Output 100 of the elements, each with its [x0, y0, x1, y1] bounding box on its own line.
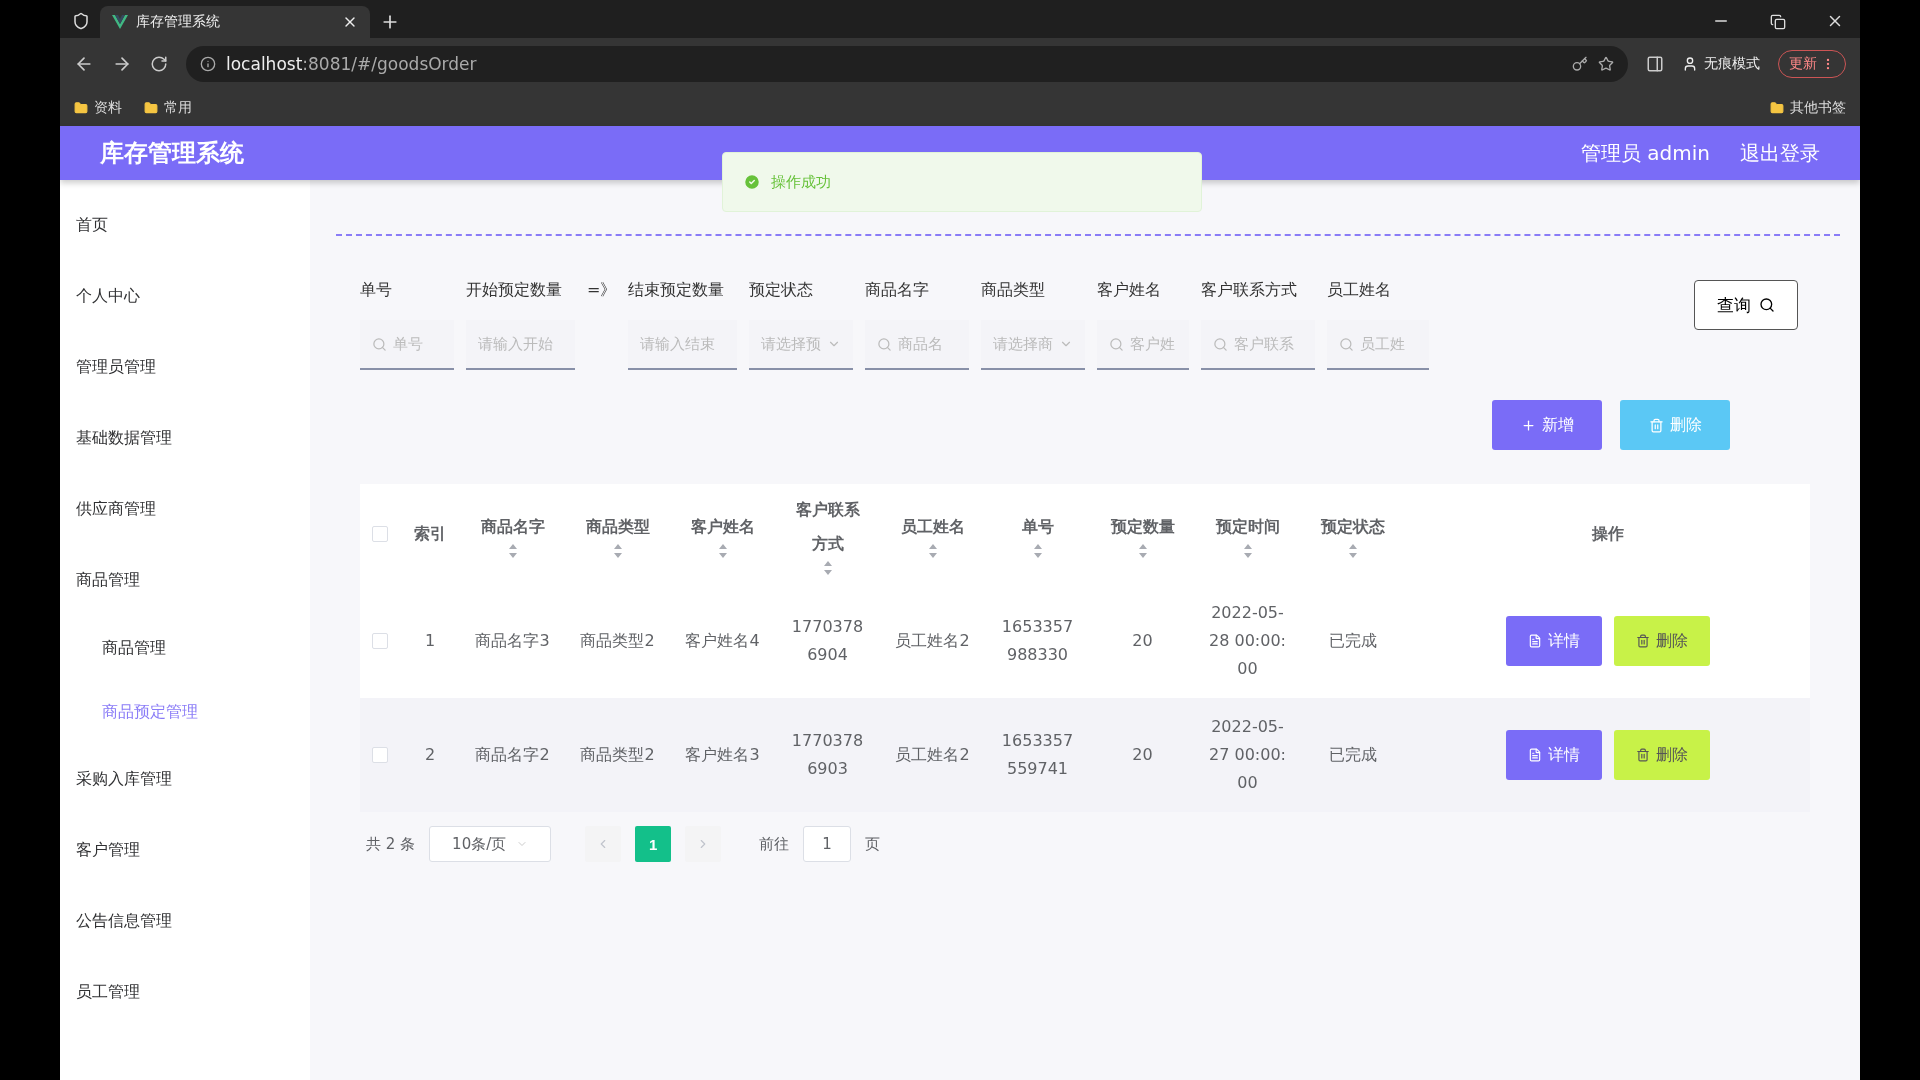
app-title: 库存管理系统 [100, 138, 245, 169]
filter-label: 开始预定数量 [466, 280, 563, 301]
table-cell-text: 1653357988330 [1000, 616, 1075, 666]
sort-icon[interactable] [928, 544, 937, 558]
search-icon [1339, 336, 1355, 352]
table-cell-text: 2022-05-27 00:00:00 [1208, 716, 1287, 794]
table-cell-text: 20 [1131, 630, 1154, 652]
restore-icon[interactable] [1770, 14, 1786, 30]
checkbox[interactable] [372, 526, 388, 542]
sort-icon[interactable] [1138, 544, 1147, 558]
column-header[interactable]: 预定时间 [1215, 510, 1280, 544]
delete-button[interactable]: 删除 [1613, 730, 1710, 780]
sort-icon[interactable] [1348, 544, 1357, 558]
document-icon [1527, 634, 1542, 648]
filter-label: 员工姓名 [1327, 280, 1393, 301]
menu-item[interactable]: 供应商管理 [60, 474, 310, 545]
user-label: 管理员 admin [1580, 139, 1710, 167]
address-field[interactable]: localhost:8081/#/goodsOrder [186, 46, 1628, 82]
menu-item[interactable]: 首页 [60, 190, 310, 261]
filter-label: 客户姓名 [1097, 280, 1163, 301]
reload-icon[interactable] [150, 55, 168, 73]
document-icon [1527, 748, 1542, 762]
menu-item[interactable]: 员工管理 [60, 957, 310, 1028]
search-icon [1759, 297, 1775, 313]
table-cell-text: 客户姓名3 [684, 744, 761, 766]
person-icon [1682, 56, 1698, 72]
total-count: 共 2 条 [366, 834, 416, 854]
incognito-badge[interactable]: 无痕模式 [1682, 55, 1760, 73]
menu-item[interactable]: 个人中心 [60, 261, 310, 332]
column-header[interactable]: 预定数量 [1110, 510, 1175, 544]
checkbox[interactable] [372, 747, 388, 763]
page-input[interactable]: 1 [803, 826, 851, 862]
range-separator: =》 [587, 280, 617, 301]
column-header[interactable]: 操作 [1591, 517, 1624, 551]
column-header[interactable]: 预定状态 [1320, 510, 1385, 544]
submenu-item[interactable]: 商品管理 [60, 616, 310, 680]
table-cell-text: 员工姓名2 [894, 630, 971, 652]
query-button[interactable]: 查询 [1694, 280, 1798, 330]
table-cell-text: 20 [1131, 744, 1154, 766]
table-cell-text: 2 [423, 744, 437, 766]
menu-item[interactable]: 商品管理 [60, 545, 310, 616]
menu-item[interactable]: 基础数据管理 [60, 403, 310, 474]
column-header[interactable]: 商品类型 [585, 510, 650, 544]
sort-icon[interactable] [508, 544, 517, 558]
plus-icon [1520, 417, 1536, 433]
goto-label: 前往 [759, 834, 790, 854]
filter-label: 预定状态 [749, 280, 815, 301]
submenu-item[interactable]: 商品预定管理 [60, 680, 310, 744]
sort-icon[interactable] [1033, 544, 1042, 558]
filter-label: 商品名字 [865, 280, 931, 301]
bookmark[interactable]: 资料 [74, 99, 122, 117]
column-header[interactable]: 索引 [414, 517, 446, 551]
trash-icon [1635, 634, 1650, 648]
folder-icon [1770, 101, 1784, 115]
folder-icon [74, 101, 88, 115]
filter-label: 单号 [360, 280, 393, 301]
menu-item[interactable]: 采购入库管理 [60, 744, 310, 815]
table-cell-text: 员工姓名2 [894, 744, 971, 766]
column-header[interactable]: 商品名字 [480, 510, 545, 544]
filter-label: 客户联系方式 [1201, 280, 1299, 301]
page-size-select[interactable]: 10条/页 [429, 826, 552, 862]
page-suffix: 页 [864, 834, 880, 854]
checkbox[interactable] [372, 633, 388, 649]
sort-icon[interactable] [1243, 544, 1252, 558]
table-cell-text: 17703786904 [790, 616, 865, 666]
menu-item[interactable]: 公告信息管理 [60, 886, 310, 957]
table-cell-text: 1653357559741 [1000, 730, 1075, 780]
search-icon [1213, 336, 1229, 352]
sort-icon[interactable] [613, 544, 622, 558]
delete-button[interactable]: 删除 [1613, 616, 1710, 666]
trash-icon [1635, 748, 1650, 762]
bookmark[interactable]: 其他书签 [1770, 99, 1846, 117]
add-button[interactable]: 新增 [1492, 400, 1602, 450]
toast-text: 操作成功 [771, 172, 831, 192]
browser-tab[interactable]: 库存管理系统 [100, 6, 370, 38]
column-header[interactable]: 客户姓名 [690, 510, 755, 544]
column-header[interactable]: 员工姓名 [900, 510, 965, 544]
filter-label: 结束预定数量 [628, 280, 726, 301]
table-cell-text: 商品名字2 [474, 744, 551, 766]
check-icon [743, 173, 761, 191]
search-icon [1109, 336, 1125, 352]
key-icon[interactable] [1572, 56, 1588, 72]
menu-item[interactable]: 管理员管理 [60, 332, 310, 403]
sort-icon[interactable] [823, 561, 832, 575]
column-header[interactable]: 客户联系方式 [789, 493, 866, 561]
sidebar-icon[interactable] [1646, 55, 1664, 73]
table-cell-text: 已完成 [1327, 630, 1378, 652]
table-cell-text: 商品类型2 [579, 630, 656, 652]
table-cell-text: 已完成 [1327, 744, 1378, 766]
detail-button[interactable]: 详情 [1505, 730, 1602, 780]
bookmark[interactable]: 常用 [144, 99, 192, 117]
trash-icon [1648, 417, 1664, 433]
logout-link[interactable]: 退出登录 [1740, 139, 1820, 167]
filter-label: 商品类型 [981, 280, 1047, 301]
detail-button[interactable]: 详情 [1505, 616, 1602, 666]
star-icon[interactable] [1598, 56, 1614, 72]
vue-logo-icon [112, 15, 128, 29]
menu-item[interactable]: 客户管理 [60, 815, 310, 886]
column-header[interactable]: 单号 [1021, 510, 1054, 544]
sort-icon[interactable] [718, 544, 727, 558]
